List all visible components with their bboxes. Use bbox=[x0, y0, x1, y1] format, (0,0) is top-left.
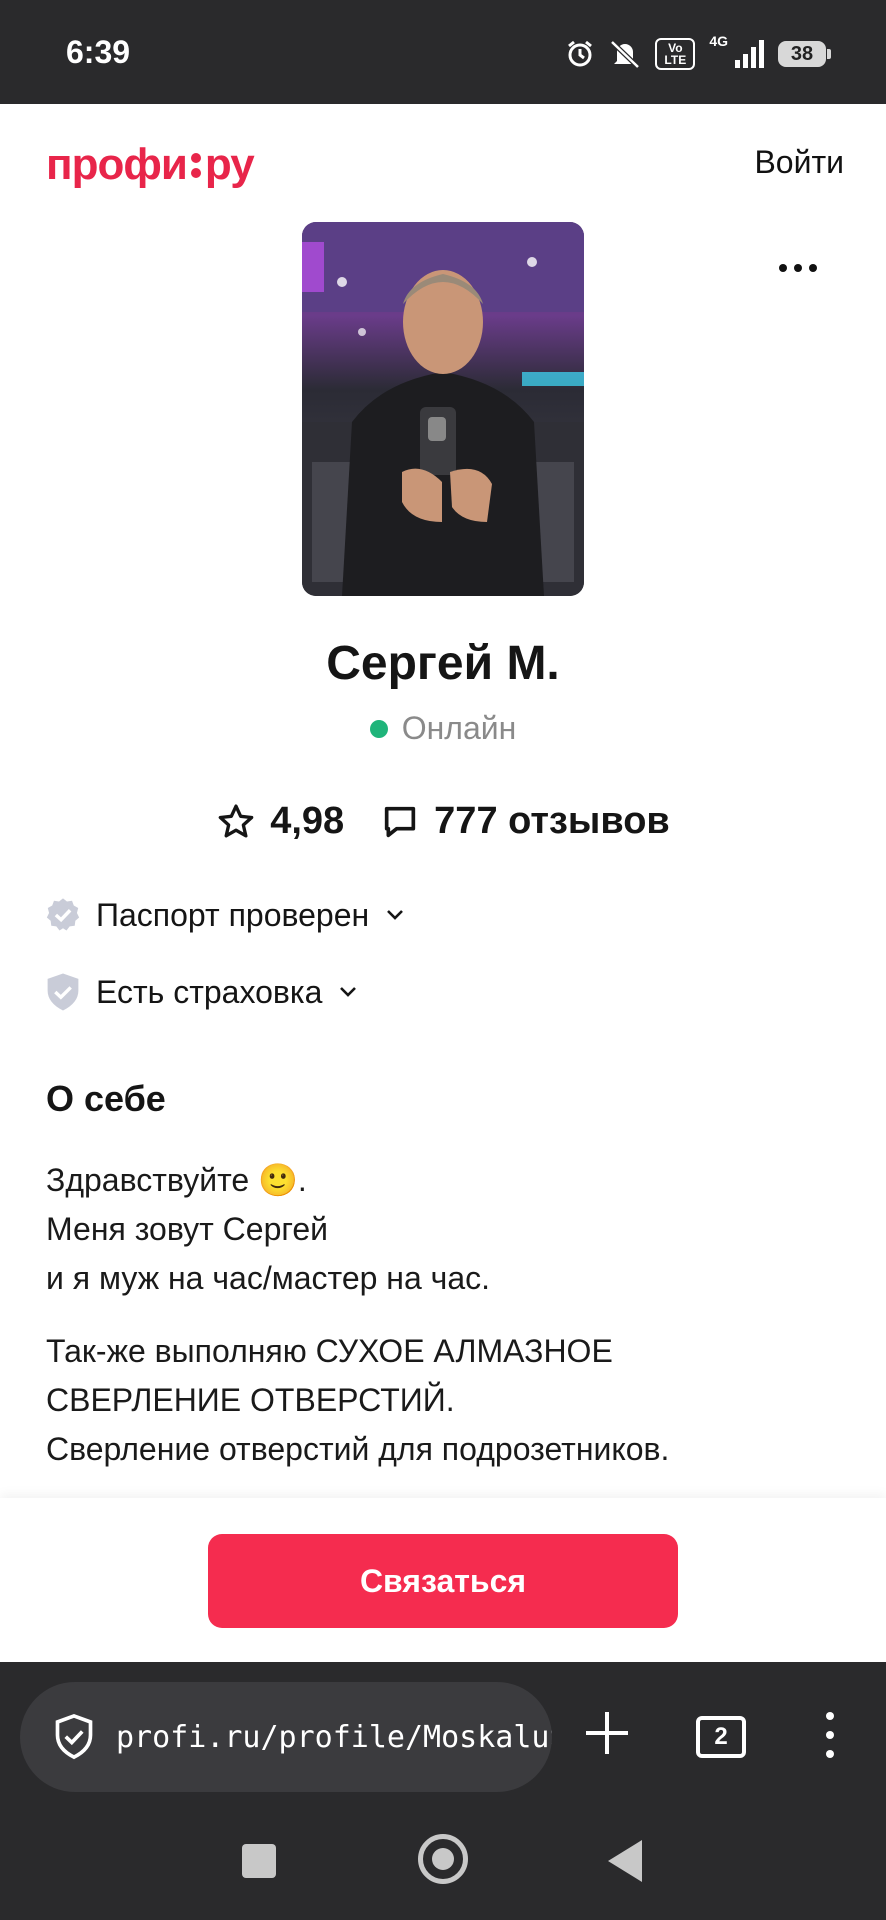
logo-text-right: ру bbox=[204, 140, 255, 189]
dot-icon bbox=[826, 1731, 834, 1739]
back-button[interactable] bbox=[608, 1840, 642, 1882]
logo-dots-icon bbox=[190, 152, 201, 178]
about-paragraph: Так-же выполняю СУХОЕ АЛМАЗНОЕ СВЕРЛЕНИЕ… bbox=[46, 1327, 846, 1474]
chevron-down-icon bbox=[340, 987, 357, 997]
profile-name: Сергей М. bbox=[326, 637, 560, 690]
reviews[interactable]: 777 отзывов bbox=[380, 800, 670, 843]
verified-badge-icon bbox=[46, 898, 80, 931]
about-title: О себе bbox=[46, 1078, 166, 1119]
url-text: profi.ru/profile/MoskaluS bbox=[116, 1719, 552, 1755]
logo-text-left: профи bbox=[46, 140, 188, 189]
shield-check-icon bbox=[47, 973, 79, 1011]
online-status-label: Онлайн bbox=[401, 710, 517, 746]
about-paragraph: Здравствуйте 🙂. Меня зовут Сергей и я му… bbox=[46, 1156, 846, 1303]
rating-value: 4,98 bbox=[270, 800, 345, 842]
status-bar: 6:39 Vo LTE 4G 38 bbox=[0, 0, 886, 104]
url-bar[interactable]: profi.ru/profile/MoskaluS bbox=[20, 1682, 552, 1792]
dot-icon bbox=[826, 1750, 834, 1758]
plus-icon bbox=[586, 1712, 628, 1754]
profile-photo[interactable] bbox=[302, 222, 584, 596]
about-line: Сверление отверстий для подрозетников. bbox=[46, 1431, 670, 1467]
browser-toolbar: profi.ru/profile/MoskaluS 2 bbox=[0, 1662, 886, 1792]
comment-icon bbox=[385, 806, 416, 837]
more-options-button[interactable] bbox=[768, 248, 828, 288]
dot-icon bbox=[826, 1712, 834, 1720]
star-icon bbox=[218, 804, 254, 837]
login-link[interactable]: Войти bbox=[754, 144, 844, 181]
tabs-button[interactable]: 2 bbox=[696, 1716, 746, 1758]
about-line: Так-же выполняю СУХОЕ АЛМАЗНОЕ bbox=[46, 1333, 613, 1369]
badge-insurance[interactable]: Есть страховка bbox=[44, 972, 360, 1012]
shield-check-icon bbox=[55, 1713, 93, 1760]
dot-icon bbox=[794, 264, 802, 272]
mute-icon bbox=[609, 39, 641, 69]
network-type: 4G bbox=[709, 33, 728, 49]
home-button[interactable] bbox=[418, 1834, 468, 1884]
dot-icon bbox=[809, 264, 817, 272]
rating[interactable]: 4,98 bbox=[216, 800, 344, 843]
badge-passport-label: Паспорт проверен bbox=[96, 896, 370, 933]
system-nav-bar bbox=[0, 1792, 886, 1920]
reviews-count: 777 отзывов bbox=[434, 800, 670, 842]
contact-bar: Связаться bbox=[0, 1498, 886, 1662]
contact-button[interactable]: Связаться bbox=[208, 1534, 678, 1628]
about-line: СВЕРЛЕНИЕ ОТВЕРСТИЙ. bbox=[46, 1382, 455, 1418]
badge-passport[interactable]: Паспорт проверен bbox=[44, 896, 407, 934]
online-status: Онлайн bbox=[0, 710, 886, 747]
volte-icon: Vo LTE bbox=[655, 38, 696, 70]
alarm-icon bbox=[565, 39, 595, 69]
new-tab-button[interactable] bbox=[582, 1708, 632, 1758]
about-text: Здравствуйте 🙂. Меня зовут Сергей и я му… bbox=[46, 1156, 846, 1498]
about-line: Здравствуйте 🙂. bbox=[46, 1162, 307, 1198]
profile-photo-illustration bbox=[302, 222, 584, 596]
status-icons: Vo LTE 4G 38 bbox=[565, 33, 831, 74]
dot-icon bbox=[779, 264, 787, 272]
status-time: 6:39 bbox=[66, 34, 131, 70]
chevron-down-icon bbox=[387, 910, 404, 920]
about-line: и я муж на час/мастер на час. bbox=[46, 1260, 491, 1296]
online-dot-icon bbox=[369, 719, 388, 738]
browser-menu-button[interactable] bbox=[820, 1712, 840, 1758]
signal-icon bbox=[734, 40, 764, 68]
profi-logo[interactable]: профи ру bbox=[46, 140, 255, 190]
profile-stats: 4,98 777 отзывов bbox=[0, 800, 886, 843]
badge-insurance-label: Есть страховка bbox=[96, 973, 323, 1010]
battery-icon: 38 bbox=[778, 41, 831, 67]
recents-button[interactable] bbox=[242, 1844, 276, 1878]
site-header: профи ру Войти bbox=[0, 104, 886, 220]
about-line: Меня зовут Сергей bbox=[46, 1211, 328, 1247]
